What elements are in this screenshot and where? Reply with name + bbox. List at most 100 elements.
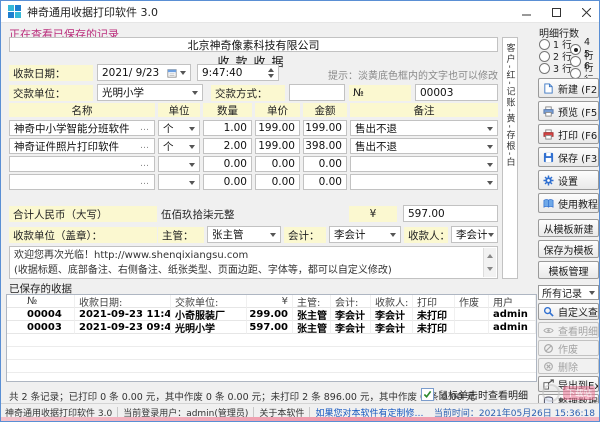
new-button[interactable]: 新建 (F2) [538, 78, 599, 98]
name-browse-button[interactable]: … [140, 159, 150, 169]
item-amount-cell[interactable]: 0.00 [303, 174, 347, 190]
radio-rows-3[interactable]: 3 行 [539, 61, 572, 75]
note-dropdown-arrow[interactable] [487, 145, 493, 152]
record-cell[interactable]: 597.00 [247, 321, 293, 334]
total-amount-input[interactable]: 597.00 [403, 205, 498, 222]
note-dropdown-arrow[interactable] [487, 163, 493, 170]
name-browse-button[interactable]: … [140, 141, 150, 151]
record-cell[interactable]: 李会计 [331, 308, 371, 321]
record-cell[interactable]: 2021-09-23 09:47:40 [75, 321, 171, 334]
payee-combo[interactable]: 李会计 [451, 226, 498, 243]
item-qty-cell[interactable]: 2.00 [203, 138, 252, 154]
record-cell[interactable]: 李会计 [371, 321, 413, 334]
record-col-no[interactable]: № [7, 295, 75, 308]
record-cell[interactable]: 小奇服装厂 [171, 308, 247, 321]
item-price-cell[interactable]: 199.00 [255, 120, 300, 136]
tutorial-button[interactable]: 使用教程 [538, 193, 599, 213]
accountant-dropdown-arrow[interactable] [390, 233, 396, 240]
record-cell[interactable]: 未打印 [413, 308, 455, 321]
unit-dropdown-arrow[interactable] [189, 181, 195, 188]
records-filter-combo[interactable]: 所有记录 [538, 285, 599, 300]
item-name-cell[interactable]: 神奇证件照片打印软件 … [9, 138, 155, 154]
close-button[interactable] [571, 1, 600, 22]
record-cell[interactable]: 光明小学 [171, 321, 247, 334]
record-cell[interactable]: 299.00 [247, 308, 293, 321]
record-cell[interactable]: 00003 [7, 321, 75, 334]
record-cell[interactable]: 张主管 [293, 321, 331, 334]
record-cell[interactable]: 李会计 [371, 308, 413, 321]
name-browse-button[interactable]: … [140, 123, 150, 133]
export-excel-button[interactable]: 导出到Excel [538, 376, 599, 392]
payer-combo[interactable]: 光明小学 [97, 84, 203, 101]
item-unit-cell[interactable]: 个 [158, 138, 200, 154]
item-note-cell[interactable]: 售出不退 [350, 138, 498, 154]
void-button[interactable]: 作废 [538, 340, 599, 356]
record-cell[interactable]: admin [489, 321, 536, 334]
time-spin-buttons[interactable] [268, 65, 274, 81]
date-picker[interactable]: 2021/ 9/23 [97, 64, 191, 81]
record-cell[interactable]: 李会计 [331, 321, 371, 334]
record-col-accountant[interactable]: 会计: [331, 295, 371, 308]
name-browse-button[interactable]: … [140, 177, 150, 187]
delete-button[interactable]: 删除 [538, 358, 599, 374]
custom-query-button[interactable]: 自定义查询 [538, 303, 599, 320]
record-col-payer[interactable]: 交款单位: [171, 295, 247, 308]
view-detail-button[interactable]: 查看明细 [538, 322, 599, 338]
company-name-field[interactable]: 北京神奇像素科技有限公司 [9, 37, 498, 52]
item-amount-cell[interactable]: 0.00 [303, 156, 347, 172]
preview-button[interactable]: 预览 (F5) [538, 101, 599, 121]
record-col-void[interactable]: 作废 [455, 295, 489, 308]
item-price-cell[interactable]: 199.00 [255, 138, 300, 154]
item-note-cell[interactable] [350, 156, 498, 172]
footer-note-textarea[interactable]: 欢迎您再次光临！http://www.shenqixiangsu.com (收据… [9, 246, 498, 279]
method-input[interactable] [289, 84, 345, 101]
item-note-cell[interactable] [350, 174, 498, 190]
manager-dropdown-arrow[interactable] [270, 233, 276, 240]
record-cell[interactable] [455, 308, 489, 321]
item-qty-cell[interactable]: 0.00 [203, 174, 252, 190]
payer-dropdown-arrow[interactable] [192, 91, 198, 98]
template-manager-button[interactable]: 模板管理 [538, 261, 599, 279]
settings-button[interactable]: 设置 [538, 170, 599, 190]
item-note-cell[interactable]: 售出不退 [350, 120, 498, 136]
receipt-no-input[interactable]: 00003 [415, 84, 498, 101]
item-name-cell[interactable]: … [9, 156, 155, 172]
record-col-amount[interactable]: ¥ [247, 295, 293, 308]
record-cell[interactable]: 00004 [7, 308, 75, 321]
item-price-cell[interactable]: 0.00 [255, 156, 300, 172]
record-col-payee[interactable]: 收款人: [371, 295, 413, 308]
record-cell[interactable] [455, 321, 489, 334]
item-qty-cell[interactable]: 0.00 [203, 156, 252, 172]
payee-dropdown-arrow[interactable] [488, 233, 494, 240]
view-detail-on-click-checkbox[interactable]: 鼠标单击时查看明细 [421, 387, 528, 402]
time-spinner[interactable]: 9:47:40 [197, 64, 279, 81]
print-button[interactable]: 打印 (F6) [538, 124, 599, 144]
textarea-scrollbar[interactable] [483, 248, 496, 277]
record-col-printed[interactable]: 打印 [413, 295, 455, 308]
item-price-cell[interactable]: 0.00 [255, 174, 300, 190]
record-cell[interactable]: 未打印 [413, 321, 455, 334]
accountant-combo[interactable]: 李会计 [329, 226, 401, 243]
item-qty-cell[interactable]: 1.00 [203, 120, 252, 136]
note-dropdown-arrow[interactable] [487, 181, 493, 188]
manager-combo[interactable]: 张主管 [207, 226, 281, 243]
record-col-date[interactable]: 收款日期: [75, 295, 171, 308]
filter-dropdown-arrow[interactable] [589, 291, 595, 298]
date-dropdown-arrow[interactable] [180, 71, 186, 78]
item-unit-cell[interactable] [158, 174, 200, 190]
item-name-cell[interactable]: 神奇中小学智能分班软件 … [9, 120, 155, 136]
item-name-cell[interactable]: … [9, 174, 155, 190]
note-dropdown-arrow[interactable] [487, 127, 493, 134]
record-cell[interactable]: admin [489, 308, 536, 321]
record-cell[interactable]: 2021-09-23 11:48:17 [75, 308, 171, 321]
maximize-button[interactable] [541, 1, 571, 22]
item-amount-cell[interactable]: 199.00 [303, 120, 347, 136]
minimize-button[interactable] [511, 1, 541, 22]
item-unit-cell[interactable] [158, 156, 200, 172]
item-amount-cell[interactable]: 398.00 [303, 138, 347, 154]
new-from-template-button[interactable]: 从模板新建 [538, 219, 599, 237]
unit-dropdown-arrow[interactable] [189, 127, 195, 134]
unit-dropdown-arrow[interactable] [189, 145, 195, 152]
record-col-user[interactable]: 用户 [489, 295, 536, 308]
item-unit-cell[interactable]: 个 [158, 120, 200, 136]
